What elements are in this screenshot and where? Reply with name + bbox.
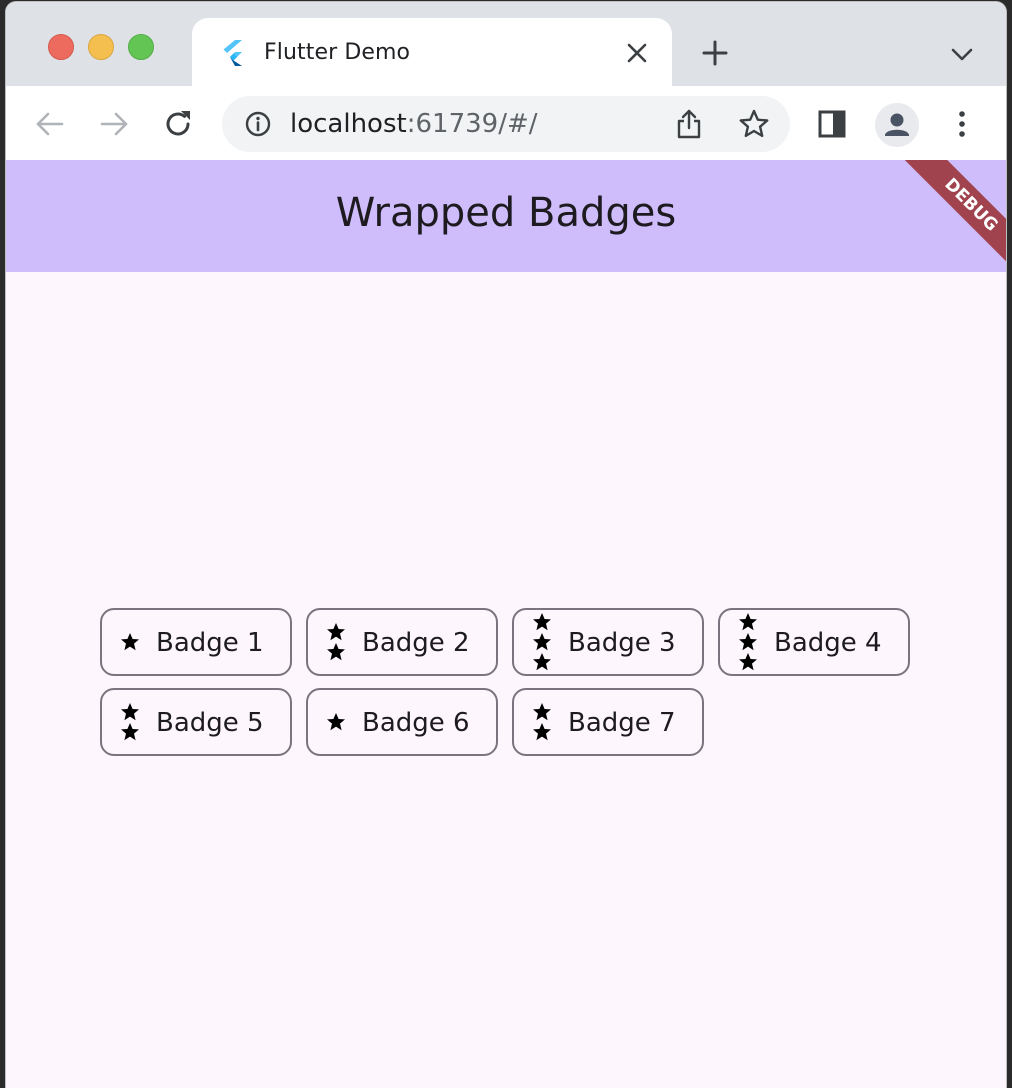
star-icon	[533, 633, 551, 651]
tab-title: Flutter Demo	[264, 40, 411, 65]
badge-chip[interactable]: Badge 1	[100, 608, 292, 676]
badge-label: Badge 2	[362, 628, 470, 658]
window-close-button[interactable]	[48, 34, 74, 60]
app-bar: Wrapped Badges DEBUG	[6, 160, 1006, 272]
badge-chip[interactable]: Badge 5	[100, 688, 292, 756]
star-icon	[533, 653, 551, 671]
close-icon[interactable]	[624, 40, 650, 66]
badge-wrap: Badge 1 Badge 2 Badge 3 Badge 4 Badge 5 Badge…	[100, 608, 920, 756]
chevron-down-icon[interactable]	[948, 42, 976, 66]
badge-stars	[736, 610, 760, 674]
arrow-right-icon[interactable]	[98, 108, 130, 140]
info-icon[interactable]	[244, 110, 272, 138]
star-icon	[739, 613, 757, 631]
side-panel-icon[interactable]	[816, 108, 848, 140]
window-minimize-button[interactable]	[88, 34, 114, 60]
arrow-left-icon[interactable]	[34, 108, 66, 140]
address-bar[interactable]: localhost:61739/#/	[222, 96, 790, 152]
tab-strip: Flutter Demo	[6, 2, 1006, 86]
app-body: Badge 1 Badge 2 Badge 3 Badge 4 Badge 5 Badge…	[6, 272, 1006, 1088]
badge-chip[interactable]: Badge 3	[512, 608, 704, 676]
url-text[interactable]: localhost:61739/#/	[290, 109, 538, 139]
star-icon	[121, 633, 139, 651]
star-outline-icon[interactable]	[738, 108, 770, 140]
badge-stars	[118, 690, 142, 754]
badge-chip[interactable]: Badge 2	[306, 608, 498, 676]
star-icon	[533, 723, 551, 741]
badge-label: Badge 5	[156, 708, 264, 738]
browser-window: Flutter Demo localhost:61739/#/ Wrapped …	[6, 2, 1006, 1088]
window-zoom-button[interactable]	[128, 34, 154, 60]
badge-stars	[530, 610, 554, 674]
badge-stars	[324, 690, 348, 754]
star-icon	[739, 633, 757, 651]
star-icon	[121, 723, 139, 741]
star-icon	[327, 643, 345, 661]
share-icon[interactable]	[674, 108, 704, 140]
badge-chip[interactable]: Badge 7	[512, 688, 704, 756]
browser-toolbar: localhost:61739/#/	[6, 86, 1006, 161]
kebab-menu-icon[interactable]	[946, 108, 978, 140]
url-host: localhost	[290, 109, 407, 139]
badge-stars	[118, 610, 142, 674]
person-icon[interactable]	[874, 102, 920, 148]
flutter-logo-icon	[223, 40, 242, 66]
star-icon	[533, 703, 551, 721]
badge-label: Badge 3	[568, 628, 676, 658]
reload-icon[interactable]	[162, 108, 194, 140]
url-path: :61739/#/	[406, 109, 538, 139]
badge-chip[interactable]: Badge 6	[306, 688, 498, 756]
badge-label: Badge 6	[362, 708, 470, 738]
badge-label: Badge 4	[774, 628, 882, 658]
star-icon	[327, 713, 345, 731]
badge-label: Badge 1	[156, 628, 264, 658]
badge-stars	[324, 610, 348, 674]
tab-flutter-demo[interactable]: Flutter Demo	[192, 18, 672, 86]
page-title: Wrapped Badges	[335, 190, 677, 236]
plus-icon[interactable]	[700, 38, 730, 68]
badge-label: Badge 7	[568, 708, 676, 738]
star-icon	[739, 653, 757, 671]
star-icon	[121, 703, 139, 721]
star-icon	[533, 613, 551, 631]
star-icon	[327, 623, 345, 641]
badge-chip[interactable]: Badge 4	[718, 608, 910, 676]
badge-stars	[530, 690, 554, 754]
